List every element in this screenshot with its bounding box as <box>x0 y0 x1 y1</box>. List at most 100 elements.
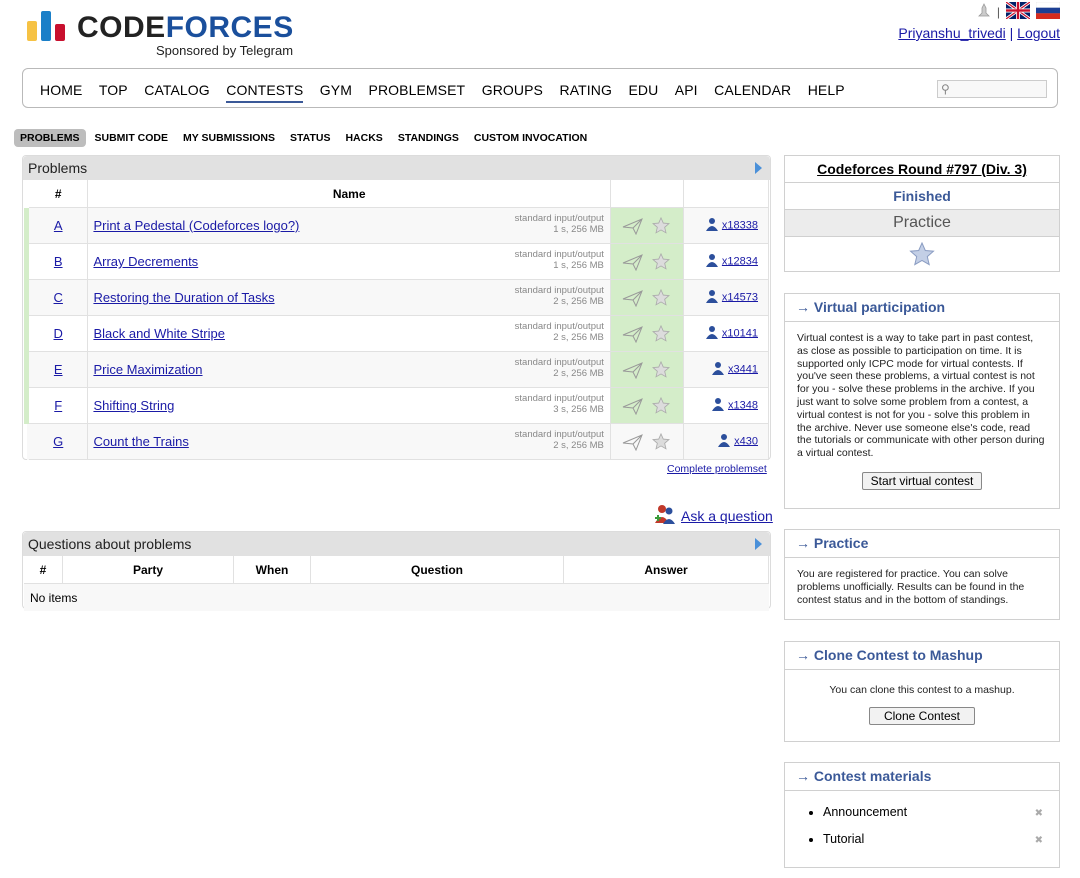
menu-gym[interactable]: GYM <box>320 82 352 98</box>
solved-count-link[interactable]: x3441 <box>728 363 758 375</box>
practice-text: You are registered for practice. You can… <box>797 568 1025 606</box>
problem-index-cell: G <box>26 423 89 460</box>
submenu-hacks[interactable]: HACKS <box>339 129 388 147</box>
solved-count-link[interactable]: x430 <box>734 435 758 447</box>
submit-icon[interactable] <box>622 217 644 235</box>
start-virtual-contest-button[interactable]: Start virtual contest <box>861 471 983 490</box>
username-link[interactable]: Priyanshu_trivedi <box>898 25 1005 41</box>
favorite-star-icon[interactable] <box>650 396 672 415</box>
submit-icon[interactable] <box>622 289 644 307</box>
logout-link[interactable]: Logout <box>1017 25 1060 41</box>
virtual-text: Virtual contest is a way to take part in… <box>797 332 1045 460</box>
user-icon <box>705 290 719 306</box>
problem-actions-cell <box>610 207 685 244</box>
menu-home[interactable]: HOME <box>40 82 82 98</box>
submenu-standings[interactable]: STANDINGS <box>392 129 465 147</box>
codeforces-logo-text[interactable]: CODEFORCES <box>77 11 294 45</box>
problems-table-box: Problems # Name A Print a Pedestal (Codef… <box>22 155 771 460</box>
col-solved-count <box>683 180 769 208</box>
ask-question[interactable]: Ask a question <box>653 503 773 528</box>
problem-name-cell: Price Maximization standard input/output 2… <box>87 351 611 388</box>
round-title-row: Codeforces Round #797 (Div. 3) <box>785 156 1059 183</box>
favorite-star-icon[interactable] <box>909 241 935 275</box>
user-icon <box>717 434 731 450</box>
solved-count-link[interactable]: x14573 <box>722 291 758 303</box>
problem-index-cell: E <box>23 351 89 388</box>
search-input[interactable]: ⚲ <box>937 80 1047 98</box>
round-title-link[interactable]: Codeforces Round #797 (Div. 3) <box>817 161 1027 177</box>
problem-index-link[interactable]: E <box>54 362 63 377</box>
menu-contests[interactable]: CONTESTS <box>226 82 304 103</box>
problem-name-link[interactable]: Price Maximization <box>93 362 202 377</box>
q-col-when: When <box>233 556 311 584</box>
problem-solved-cell: x1348 <box>683 387 769 424</box>
codeforces-logo-bars[interactable] <box>27 11 67 41</box>
problem-index-link[interactable]: F <box>54 398 62 413</box>
favorite-star-icon[interactable] <box>650 252 672 271</box>
problem-row: C Restoring the Duration of Tasks standard… <box>23 279 769 316</box>
remove-icon[interactable]: ✖ <box>1035 808 1043 819</box>
problem-name-link[interactable]: Restoring the Duration of Tasks <box>93 290 274 305</box>
materials-title: → Contest materials <box>785 763 1059 791</box>
material-item[interactable]: Tutorial ✖ <box>823 832 1059 859</box>
menu-rating[interactable]: RATING <box>559 82 611 98</box>
menu-api[interactable]: API <box>675 82 698 98</box>
submit-icon[interactable] <box>622 361 644 379</box>
problem-name-link[interactable]: Array Decrements <box>93 254 198 269</box>
menu-catalog[interactable]: CATALOG <box>144 82 210 98</box>
uk-flag-icon[interactable] <box>1005 0 1031 22</box>
solved-count-link[interactable]: x10141 <box>722 327 758 339</box>
submit-icon[interactable] <box>622 397 644 415</box>
submenu-submit-code[interactable]: SUBMIT CODE <box>89 129 175 147</box>
favorite-star-icon[interactable] <box>650 288 672 307</box>
menu-edu[interactable]: EDU <box>628 82 658 98</box>
clone-contest-button[interactable]: Clone Contest <box>868 706 976 725</box>
user-icon <box>711 362 725 378</box>
submenu-status[interactable]: STATUS <box>284 129 336 147</box>
problem-actions-cell <box>610 387 685 424</box>
expand-arrow-icon[interactable] <box>755 162 762 174</box>
solved-count-link[interactable]: x1348 <box>728 399 758 411</box>
favorite-star-icon[interactable] <box>650 432 672 451</box>
russian-flag-icon[interactable] <box>1035 1 1061 22</box>
menu-problemset[interactable]: PROBLEMSET <box>369 82 466 98</box>
menu-groups[interactable]: GROUPS <box>482 82 543 98</box>
problem-index-link[interactable]: C <box>54 290 63 305</box>
favorite-star-icon[interactable] <box>650 324 672 343</box>
submenu-my-submissions[interactable]: MY SUBMISSIONS <box>177 129 281 147</box>
problem-index-link[interactable]: D <box>54 326 63 341</box>
complete-problemset-link[interactable]: Complete problemset <box>667 463 767 475</box>
submit-icon[interactable] <box>622 325 644 343</box>
clone-title: → Clone Contest to Mashup <box>785 642 1059 670</box>
solved-count-link[interactable]: x12834 <box>722 255 758 267</box>
ask-question-link[interactable]: Ask a question <box>681 508 773 524</box>
problem-index-cell: A <box>23 207 89 244</box>
problem-name-cell: Print a Pedestal (Codeforces logo?) stand… <box>87 207 611 244</box>
submit-icon[interactable] <box>622 253 644 271</box>
problem-time-memory: 2 s, 256 MB <box>553 368 604 379</box>
problem-name-link[interactable]: Count the Trains <box>93 434 188 449</box>
submenu-custom-invocation[interactable]: CUSTOM INVOCATION <box>468 129 593 147</box>
problem-name-link[interactable]: Shifting String <box>93 398 174 413</box>
material-item[interactable]: Announcement ✖ <box>823 805 1059 832</box>
problem-index-link[interactable]: B <box>54 254 63 269</box>
material-announcement[interactable]: Announcement <box>823 805 907 819</box>
solved-count-link[interactable]: x18338 <box>722 219 758 231</box>
problem-name-link[interactable]: Black and White Stripe <box>93 326 225 341</box>
problem-name-link[interactable]: Print a Pedestal (Codeforces logo?) <box>93 218 299 233</box>
expand-arrow-icon[interactable] <box>755 538 762 550</box>
problem-index-link[interactable]: A <box>54 218 63 233</box>
favorite-star-icon[interactable] <box>650 360 672 379</box>
bell-icon[interactable] <box>977 2 991 22</box>
menu-help[interactable]: HELP <box>808 82 845 98</box>
submenu-problems[interactable]: PROBLEMS <box>14 129 86 147</box>
q-col-answer: Answer <box>563 556 769 584</box>
material-tutorial[interactable]: Tutorial <box>823 832 864 846</box>
problem-index-link[interactable]: G <box>53 434 63 449</box>
favorite-star-icon[interactable] <box>650 216 672 235</box>
submit-icon[interactable] <box>622 433 644 451</box>
virtual-participation-box: → Virtual participation Virtual contest … <box>784 293 1060 509</box>
menu-top[interactable]: TOP <box>99 82 128 98</box>
menu-calendar[interactable]: CALENDAR <box>714 82 791 98</box>
remove-icon[interactable]: ✖ <box>1035 835 1043 846</box>
